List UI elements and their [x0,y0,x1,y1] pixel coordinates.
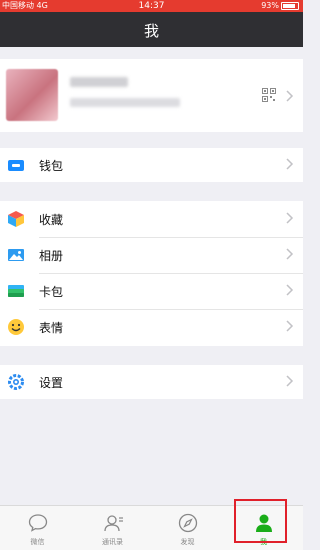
chevron-right-icon [286,375,294,387]
menu-item-album[interactable]: 相册 [0,238,303,272]
album-icon [8,249,24,261]
tab-label-discover: 发现 [180,538,195,546]
nickname-blurred [70,77,128,87]
qr-code-icon[interactable] [262,88,276,102]
contacts-icon [103,515,123,532]
favorites-cube-icon [8,211,24,227]
chevron-right-icon [286,248,294,260]
menu-item-favorites[interactable]: 收藏 [0,202,303,236]
menu-label-settings: 设置 [39,376,64,390]
tab-chats[interactable]: 微信 [0,506,75,550]
sticker-smile-icon [8,319,24,335]
chat-icon [28,514,47,532]
wechat-id-blurred [70,98,180,107]
tab-label-chats: 微信 [30,538,45,546]
avatar[interactable] [6,69,58,121]
menu-item-card[interactable]: 卡包 [0,274,303,308]
menu-item-wallet[interactable]: 钱包 [0,148,303,182]
menu-label-card: 卡包 [39,285,64,299]
clock-text: 14:37 [138,1,165,11]
tab-discover[interactable]: 发现 [150,506,225,550]
page-title: 我 [143,22,159,40]
battery-percent: 93% [261,1,279,10]
chevron-right-icon [286,284,294,296]
wallet-section: 钱包 [0,148,303,182]
menu-label-wallet: 钱包 [39,159,64,173]
menu-label-favorites: 收藏 [39,213,64,227]
tab-contacts[interactable]: 通讯录 [75,506,150,550]
menu-label-album: 相册 [39,249,64,263]
status-bar: 中国移动 4G 14:37 93% [0,0,303,12]
tools-section: 收藏 相册 卡包 表情 [0,201,303,346]
settings-section: 设置 [0,365,303,399]
chevron-right-icon [286,212,294,224]
discover-icon [178,513,197,533]
nav-bar: 我 [0,12,303,47]
chevron-right-icon [286,320,294,332]
chevron-right-icon [286,158,294,170]
card-package-icon [8,285,24,297]
menu-label-sticker: 表情 [39,321,64,335]
chevron-right-icon [286,90,294,102]
profile-card[interactable] [0,59,303,132]
menu-item-settings[interactable]: 设置 [0,365,303,399]
settings-gear-icon [8,374,24,390]
wallet-icon [8,160,24,171]
status-right: 93% [261,0,299,12]
battery-icon [281,2,299,10]
menu-item-sticker[interactable]: 表情 [0,310,303,344]
tab-highlight-box [234,499,287,543]
tab-label-contacts: 通讯录 [102,538,123,546]
